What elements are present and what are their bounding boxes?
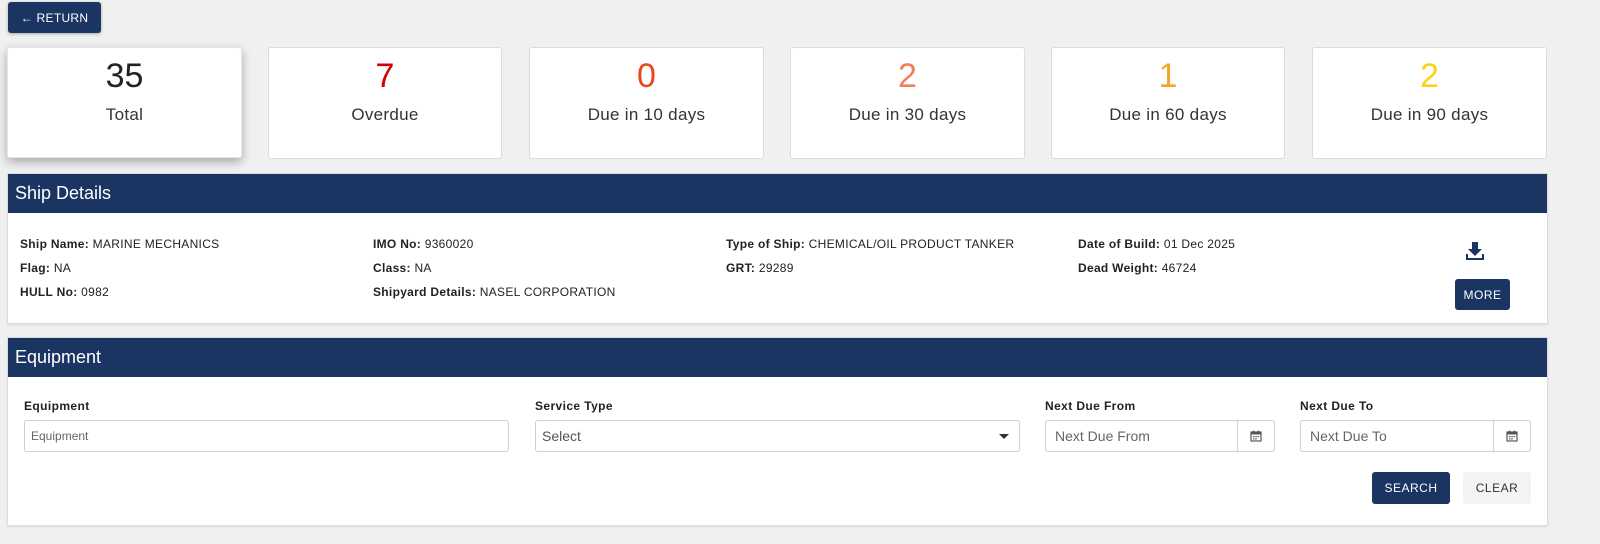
detail-class: Class: NA (373, 261, 432, 275)
detail-ship-name: Ship Name: MARINE MECHANICS (20, 237, 220, 251)
stat-card-total[interactable]: 35 Total (7, 47, 242, 158)
next-due-to-field[interactable]: Next Due To (1300, 420, 1531, 452)
stat-count-overdue: 7 (375, 57, 395, 95)
detail-grt: GRT: 29289 (726, 261, 794, 275)
ship-details-column-1: Ship Name: MARINE MECHANICS Flag: NA HUL… (20, 236, 219, 308)
stat-card-overdue[interactable]: 7 Overdue (268, 47, 502, 159)
stat-count-total: 35 (105, 57, 144, 95)
ship-details-column-3: Type of Ship: CHEMICAL/OIL PRODUCT TANKE… (726, 236, 1014, 284)
ship-details-column-4: Date of Build: 01 Dec 2025 Dead Weight: … (1078, 236, 1235, 284)
clear-button[interactable]: CLEAR (1463, 472, 1531, 504)
detail-dead-weight: Dead Weight: 46724 (1078, 261, 1197, 275)
search-button[interactable]: SEARCH (1372, 472, 1450, 504)
download-icon[interactable] (1464, 240, 1486, 262)
stat-label-due-10: Due in 10 days (587, 105, 706, 124)
stat-count-due-10: 0 (637, 57, 656, 95)
more-button[interactable]: MORE (1455, 279, 1510, 310)
service-type-value: Select (542, 428, 581, 444)
service-type-label: Service Type (535, 399, 613, 413)
ship-details-column-2: IMO No: 9360020 Class: NA Shipyard Detai… (373, 236, 616, 308)
stat-count-due-60: 1 (1158, 57, 1178, 95)
equipment-label: Equipment (24, 399, 90, 413)
stat-card-due-60[interactable]: 1 Due in 60 days (1051, 47, 1285, 159)
stat-card-due-90[interactable]: 2 Due in 90 days (1312, 47, 1547, 159)
service-type-select[interactable]: Select (535, 420, 1020, 452)
detail-shipyard: Shipyard Details: NASEL CORPORATION (373, 285, 616, 299)
stat-label-due-60: Due in 60 days (1109, 105, 1227, 124)
detail-imo-no: IMO No: 9360020 (373, 237, 474, 251)
next-due-from-input[interactable]: Next Due From (1046, 421, 1237, 451)
stat-card-due-10[interactable]: 0 Due in 10 days (529, 47, 764, 159)
next-due-from-label: Next Due From (1045, 399, 1136, 413)
detail-hull-no: HULL No: 0982 (20, 285, 110, 299)
stats-row: 35 Total 7 Overdue 0 Due in 10 days 2 Du… (0, 0, 1600, 170)
ship-details-title: Ship Details (8, 174, 1547, 213)
stat-label-total: Total (105, 105, 144, 124)
calendar-icon[interactable] (1493, 421, 1530, 451)
calendar-icon[interactable] (1237, 421, 1274, 451)
caret-down-icon (999, 434, 1009, 439)
equipment-title: Equipment (8, 338, 1547, 377)
detail-date-of-build: Date of Build: 01 Dec 2025 (1078, 237, 1236, 251)
next-due-from-field[interactable]: Next Due From (1045, 420, 1275, 452)
stat-label-overdue: Overdue (351, 105, 419, 124)
next-due-to-input[interactable]: Next Due To (1301, 421, 1493, 451)
detail-type-of-ship: Type of Ship: CHEMICAL/OIL PRODUCT TANKE… (726, 237, 1015, 251)
detail-flag: Flag: NA (20, 261, 72, 275)
stat-label-due-30: Due in 30 days (848, 105, 967, 124)
stat-label-due-90: Due in 90 days (1370, 105, 1489, 124)
stat-card-due-30[interactable]: 2 Due in 30 days (790, 47, 1025, 159)
next-due-to-label: Next Due To (1300, 399, 1374, 413)
stat-count-due-30: 2 (898, 57, 917, 95)
equipment-input[interactable]: Equipment (24, 420, 509, 452)
stat-count-due-90: 2 (1420, 57, 1439, 95)
